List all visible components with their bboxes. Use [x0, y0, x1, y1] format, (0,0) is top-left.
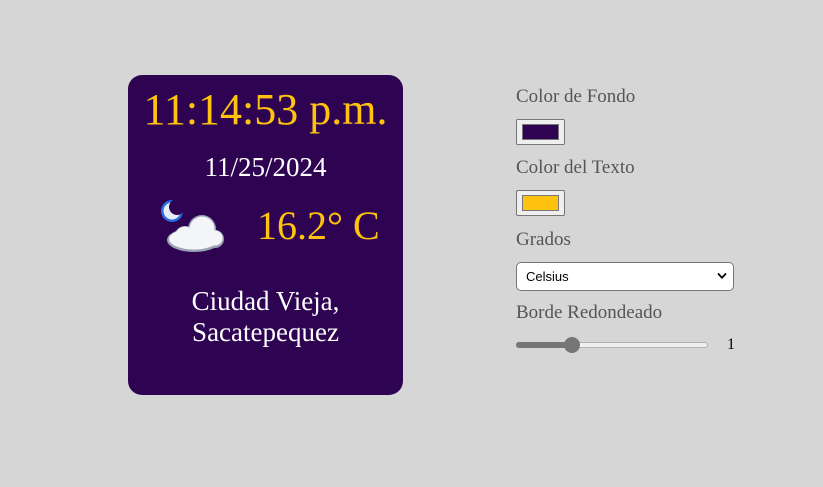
current-date: 11/25/2024: [204, 152, 327, 182]
night-cloudy-icon: [161, 199, 224, 252]
rounded-border-label: Borde Redondeado: [516, 302, 663, 323]
temperature: 16.2° C: [257, 203, 380, 248]
degrees-select[interactable]: Celsius: [516, 262, 734, 291]
text-color-picker[interactable]: [516, 190, 565, 216]
location-region: Sacatepequez: [192, 317, 339, 347]
location: Ciudad Vieja, Sacatepequez: [128, 286, 403, 348]
rounded-border-slider[interactable]: [516, 337, 708, 353]
weather-clock-card: 11:14:53 p.m. 11/25/2024 16.2° C Ciudad …: [128, 75, 403, 395]
text-color-label: Color del Texto: [516, 157, 635, 178]
location-city: Ciudad Vieja,: [191, 286, 340, 316]
background-color-picker[interactable]: [516, 119, 565, 145]
slider-thumb[interactable]: [563, 337, 580, 353]
background-color-swatch: [522, 124, 559, 140]
page: 11:14:53 p.m. 11/25/2024 16.2° C Ciudad …: [0, 0, 823, 487]
text-color-swatch: [522, 195, 559, 211]
chevron-down-icon: [717, 273, 727, 279]
background-color-label: Color de Fondo: [516, 86, 636, 107]
clock-time: 11:14:53 p.m.: [143, 85, 388, 134]
rounded-border-value: 1: [727, 336, 735, 353]
degrees-label: Grados: [516, 229, 571, 250]
degrees-selected-value: Celsius: [526, 269, 569, 284]
